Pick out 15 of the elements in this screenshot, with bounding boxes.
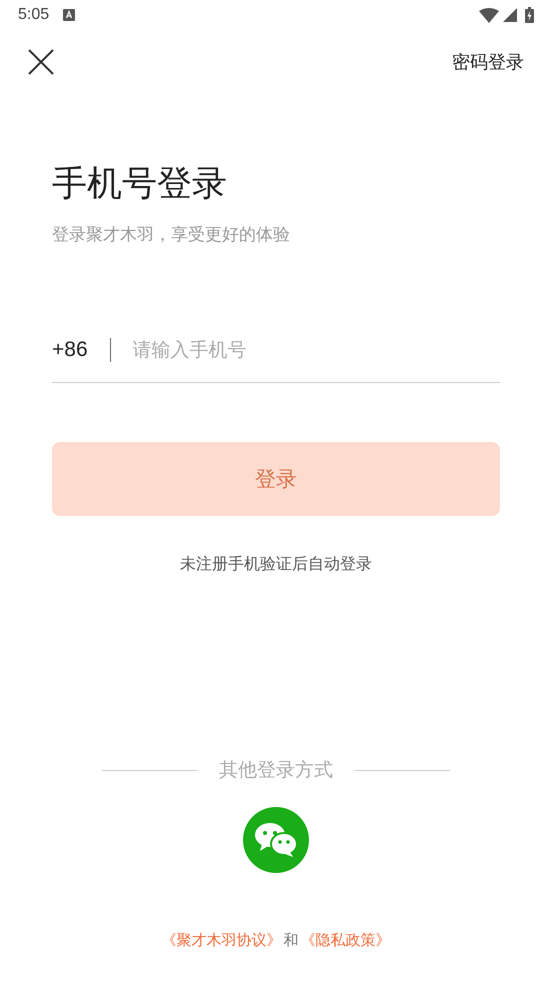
close-button[interactable] [28, 49, 54, 75]
keyboard-icon [63, 9, 76, 21]
country-code[interactable]: +86 [52, 338, 88, 362]
phone-input-field[interactable]: +86 请输入手机号 [52, 318, 500, 383]
subtitle: 登录聚才木羽，享受更好的体验 [52, 224, 291, 246]
battery-icon [525, 7, 534, 23]
signal-icon [503, 8, 517, 22]
status-time: 5:05 [18, 6, 50, 24]
page-title: 手机号登录 [52, 163, 228, 206]
other-login-label: 其他登录方式 [219, 758, 333, 783]
wifi-icon [479, 8, 499, 22]
and-text: 和 [284, 931, 298, 950]
password-login-link[interactable]: 密码登录 [452, 50, 524, 74]
chat-bubbles-icon [254, 822, 298, 858]
auto-register-hint: 未注册手机验证后自动登录 [179, 554, 373, 575]
